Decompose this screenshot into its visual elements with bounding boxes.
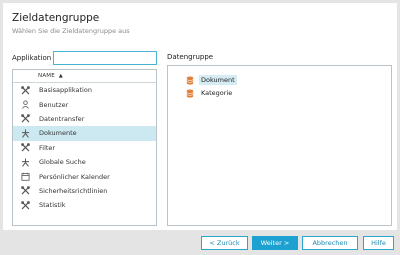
application-row[interactable]: Basisapplikation <box>13 83 156 97</box>
tools-icon <box>21 85 30 95</box>
dialog: Zieldatengruppe Wählen Sie die Zieldaten… <box>3 3 397 230</box>
application-row-label: Dokumente <box>39 129 77 138</box>
application-row-label: Persönlicher Kalender <box>39 172 110 181</box>
sort-ascending-icon[interactable]: ▲ <box>59 73 63 79</box>
application-row[interactable]: Statistik <box>13 198 156 212</box>
application-row-label: Sicherheitsrichtlinien <box>39 186 108 195</box>
tools-icon <box>21 114 30 123</box>
application-row[interactable]: Dokumente <box>13 126 156 141</box>
application-label: Applikation <box>12 54 52 62</box>
dialog-subtitle: Wählen Sie die Zieldatengruppe aus <box>12 27 130 35</box>
datengruppe-label: Datengruppe <box>167 53 214 61</box>
user-icon <box>21 100 30 109</box>
application-search-input[interactable] <box>53 51 157 65</box>
database-icon <box>186 76 194 85</box>
datengruppe-item[interactable]: Dokument <box>186 75 237 85</box>
application-row-label: Globale Suche <box>39 158 86 167</box>
table-header[interactable]: NAME ▲ <box>13 70 156 83</box>
database-icon <box>186 89 194 98</box>
application-row[interactable]: Filter <box>13 141 156 155</box>
help-button[interactable]: Hilfe <box>363 236 394 250</box>
application-row[interactable]: Persönlicher Kalender <box>13 169 156 183</box>
datengruppe-item-label: Kategorie <box>201 89 233 97</box>
dialog-title: Zieldatengruppe <box>12 12 100 24</box>
application-table: NAME ▲ Basisapplikation Benutzer Datentran… <box>12 69 157 226</box>
tools-icon <box>21 186 30 195</box>
application-row-label: Datentransfer <box>39 114 85 123</box>
calendar-icon <box>21 172 30 181</box>
people-icon <box>21 158 30 167</box>
application-list: Basisapplikation Benutzer Datentransfer Dok… <box>13 83 156 213</box>
datengruppe-tree: Dokument Kategorie <box>167 65 392 226</box>
datengruppe-item-label: Dokument <box>199 75 237 85</box>
back-button[interactable]: < Zurück <box>201 236 248 250</box>
people-icon <box>21 129 30 138</box>
application-row[interactable]: Globale Suche <box>13 155 156 169</box>
application-row-label: Statistik <box>39 201 66 210</box>
column-header-name[interactable]: NAME <box>38 73 55 79</box>
application-row-label: Filter <box>39 143 56 152</box>
next-button[interactable]: Weiter > <box>252 236 298 250</box>
application-row-label: Benutzer <box>39 100 69 109</box>
cancel-button[interactable]: Abbrechen <box>302 236 358 250</box>
tools-icon <box>21 143 30 152</box>
application-row[interactable]: Datentransfer <box>13 112 156 126</box>
application-row-label: Basisapplikation <box>39 86 92 95</box>
application-row[interactable]: Benutzer <box>13 97 156 111</box>
application-row[interactable]: Sicherheitsrichtlinien <box>13 184 156 198</box>
tools-icon <box>21 200 30 210</box>
datengruppe-item[interactable]: Kategorie <box>186 88 234 98</box>
